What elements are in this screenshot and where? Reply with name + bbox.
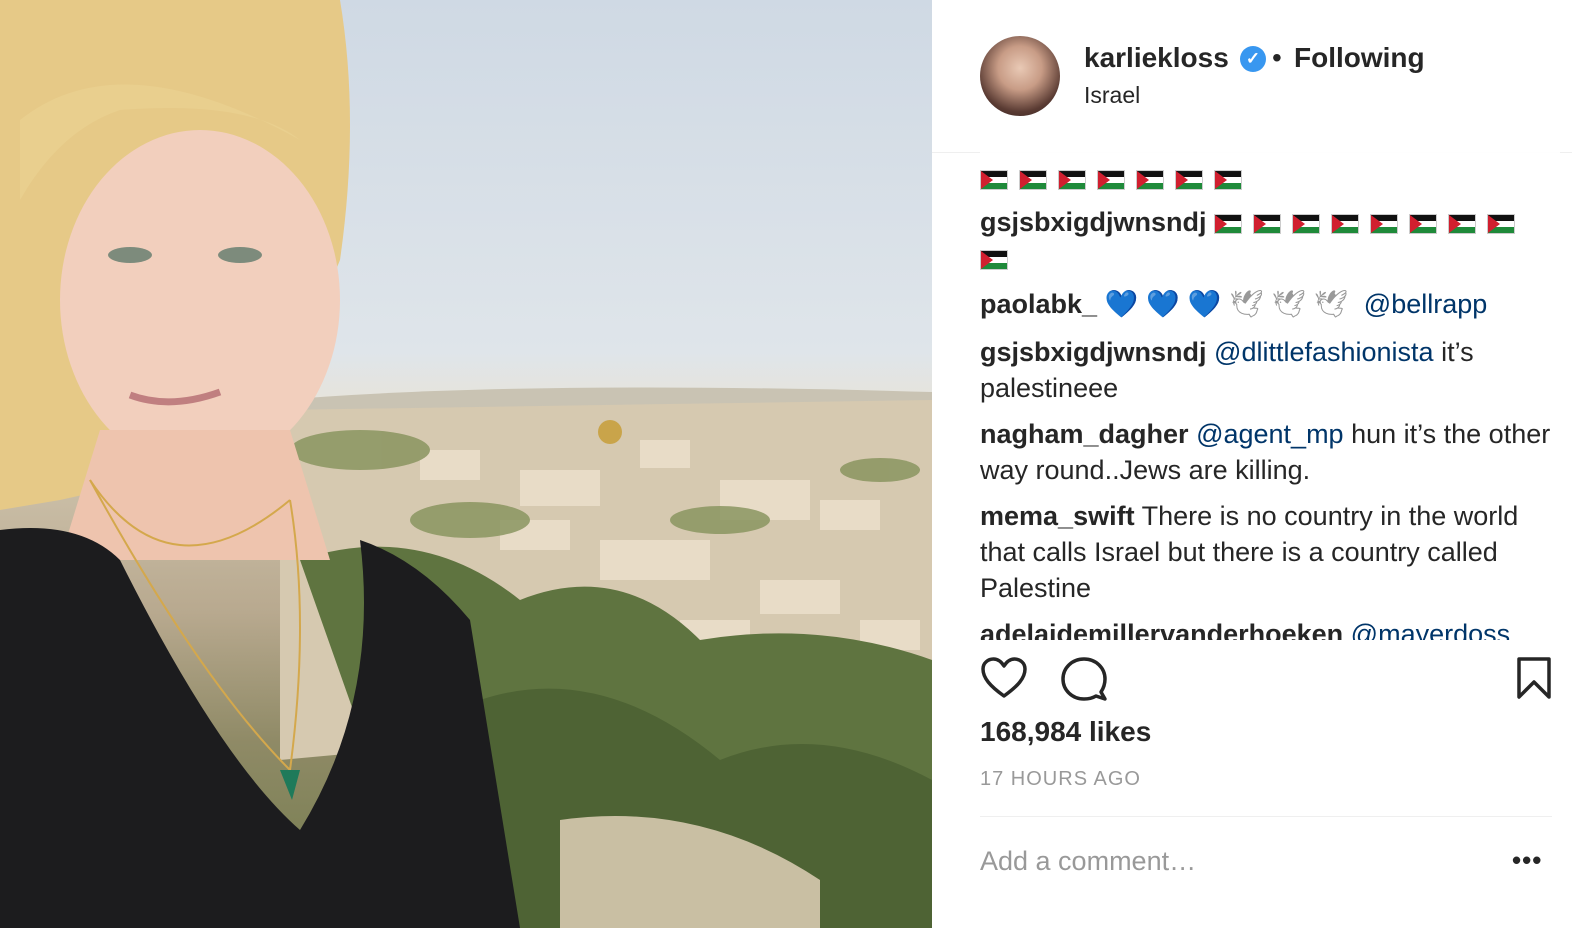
palestine-flag-icon [1214,213,1243,234]
comment-item: gsjsbxigdjwnsndj @dlittlefashionista it’… [980,334,1560,406]
post-photo [0,0,932,928]
mention-link[interactable]: @bellrapp [1364,289,1487,319]
comment-username[interactable]: gsjsbxigdjwnsndj [980,207,1207,237]
palestine-flag-icon [1097,169,1125,190]
palestine-flag-icon [1058,169,1086,190]
comment-username[interactable]: mema_swift [980,501,1135,531]
palestine-flag-icon [1253,213,1282,234]
post-timestamp[interactable]: 17 HOURS AGO [980,768,1141,791]
mention-link[interactable]: @mayerdoss [1351,619,1510,640]
avatar[interactable] [980,36,1060,116]
blue-heart-icon: 💙 [1146,289,1180,319]
palestine-flag-icon [1448,213,1477,234]
post-details-panel: karliekloss ✓ • Following Israel gsjsbxi… [932,0,1596,928]
comment-item: adelaidemillervanderhoeken @mayerdoss [980,616,1560,640]
palestine-flag-icon [1331,213,1360,234]
dove-icon: 🕊 [1271,289,1306,319]
add-comment-input[interactable]: Add a comment… [980,846,1196,877]
comment-item: mema_swift There is no country in the wo… [980,498,1560,606]
blue-heart-icon: 💙 [1187,289,1222,319]
dove-icon: 🕊 [1314,289,1349,319]
comments-list[interactable]: gsjsbxigdjwnsndj paolabk_ 💙 💙 💙 🕊 🕊 🕊 @bellra… [980,152,1560,640]
separator-dot: • [1272,42,1282,73]
comment-username[interactable]: paolabk_ [980,289,1097,319]
palestine-flag-icon [1136,169,1164,190]
blue-heart-icon: 💙 [1104,289,1139,319]
scroll-fade [980,152,1560,172]
palestine-flag-icon [1175,169,1203,190]
palestine-flag-icon [980,169,1008,190]
comment-username[interactable]: gsjsbxigdjwnsndj [980,337,1207,367]
likes-count[interactable]: 168,984 likes [980,716,1151,748]
action-bar [980,656,1552,706]
mention-link[interactable]: @dlittlefashionista [1214,337,1434,367]
photo-scene [0,0,932,928]
verified-badge-icon: ✓ [1240,46,1266,72]
dove-icon: 🕊 [1229,289,1264,319]
post-header: karliekloss ✓ • Following Israel [932,0,1572,153]
palestine-flag-icon [980,249,1008,270]
username-link[interactable]: karliekloss [1084,42,1229,74]
comment-item: paolabk_ 💙 💙 💙 🕊 🕊 🕊 @bellrapp [980,286,1560,322]
dome [598,420,622,444]
mention-link[interactable]: @agent_mp [1196,419,1344,449]
more-options-icon[interactable]: ••• [1512,845,1542,876]
palestine-flag-icon [1214,169,1242,190]
comment-bubble-icon[interactable] [1060,656,1108,702]
comment-username[interactable]: nagham_dagher [980,419,1189,449]
location-link[interactable]: Israel [1084,82,1140,109]
bookmark-save-icon[interactable] [1516,656,1552,700]
like-heart-icon[interactable] [980,656,1028,700]
palestine-flag-icon [1019,169,1047,190]
palestine-flag-icon [1370,213,1399,234]
comment-username[interactable]: adelaidemillervanderhoeken [980,619,1343,640]
comment-item: gsjsbxigdjwnsndj [980,204,1560,276]
palestine-flag-icon [1292,213,1321,234]
comment-item: nagham_dagher @agent_mp hun it’s the oth… [980,416,1560,488]
divider [980,816,1552,817]
following-button[interactable]: Following [1294,42,1425,74]
palestine-flag-icon [1409,213,1438,234]
palestine-flag-icon [1487,213,1516,234]
